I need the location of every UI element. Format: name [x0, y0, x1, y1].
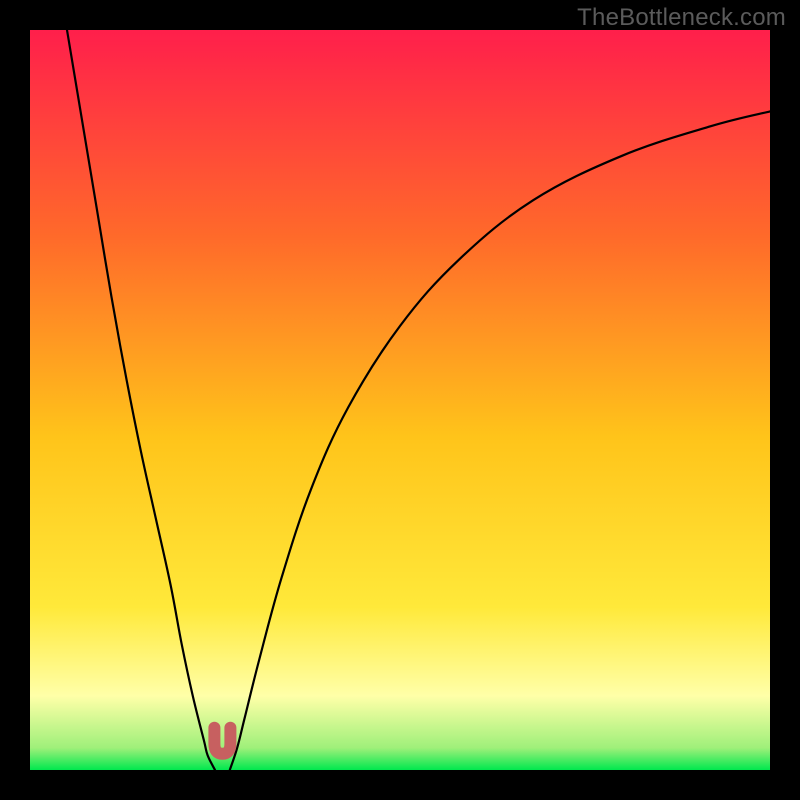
bottleneck-chart	[0, 0, 800, 800]
watermark-text: TheBottleneck.com	[577, 4, 786, 32]
plot-gradient-background	[30, 30, 770, 770]
